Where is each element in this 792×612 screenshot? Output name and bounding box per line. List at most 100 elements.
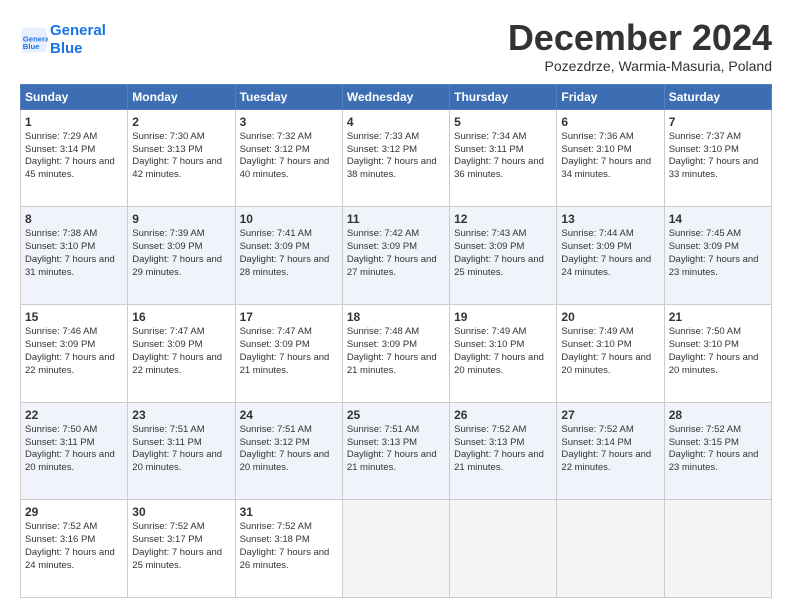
sunset-text: Sunset: 3:10 PM: [454, 339, 524, 350]
day-number: 10: [240, 211, 338, 227]
day-number: 12: [454, 211, 552, 227]
sunrise-text: Sunrise: 7:49 AM: [454, 326, 526, 337]
day-cell-17: 17Sunrise: 7:47 AMSunset: 3:09 PMDayligh…: [235, 304, 342, 402]
sunset-text: Sunset: 3:12 PM: [240, 144, 310, 155]
day-cell-13: 13Sunrise: 7:44 AM Sunset: 3:09 PM Dayligh…: [557, 207, 664, 305]
day-number: 16: [132, 309, 230, 325]
day-number: 4: [347, 114, 445, 130]
sunrise-text: Sunrise: 7:36 AM: [561, 131, 633, 142]
daylight-text: Daylight: 7 hours and 23 minutes.: [669, 449, 759, 473]
sunrise-text: Sunrise: 7:52 AM: [669, 424, 741, 435]
logo-text: General Blue: [50, 22, 106, 58]
day-number: 11: [347, 211, 445, 227]
sunrise-text: Sunrise: 7:52 AM: [240, 521, 312, 532]
day-number: 22: [25, 407, 123, 423]
sunrise-text: Sunrise: 7:50 AM: [25, 424, 97, 435]
sunset-text: Sunset: 3:13 PM: [454, 437, 524, 448]
empty-cell: [450, 500, 557, 598]
sunrise-text: Sunrise: 7:43 AM: [454, 228, 526, 239]
daylight-text: Daylight: 7 hours and 22 minutes.: [25, 352, 115, 376]
day-cell-25: 25Sunrise: 7:51 AMSunset: 3:13 PMDayligh…: [342, 402, 449, 500]
daylight-text: Daylight: 7 hours and 45 minutes.: [25, 156, 115, 180]
day-number: 13: [561, 211, 659, 227]
day-cell-28: 28Sunrise: 7:52 AMSunset: 3:15 PMDayligh…: [664, 402, 771, 500]
daylight-text: Daylight: 7 hours and 20 minutes.: [132, 449, 222, 473]
sunrise-text: Sunrise: 7:37 AM: [669, 131, 741, 142]
daylight-text: Daylight: 7 hours and 34 minutes.: [561, 156, 651, 180]
day-number: 27: [561, 407, 659, 423]
daylight-text: Daylight: 7 hours and 24 minutes.: [25, 547, 115, 571]
sunset-text: Sunset: 3:10 PM: [25, 241, 95, 252]
logo-icon: General Blue: [20, 26, 48, 54]
daylight-text: Daylight: 7 hours and 36 minutes.: [454, 156, 544, 180]
sunrise-text: Sunrise: 7:45 AM: [669, 228, 741, 239]
sunset-text: Sunset: 3:13 PM: [347, 437, 417, 448]
subtitle: Pozezdrze, Warmia-Masuria, Poland: [508, 58, 772, 74]
sunset-text: Sunset: 3:09 PM: [669, 241, 739, 252]
day-number: 19: [454, 309, 552, 325]
sunrise-text: Sunrise: 7:44 AM: [561, 228, 633, 239]
sunset-text: Sunset: 3:14 PM: [561, 437, 631, 448]
day-number: 14: [669, 211, 767, 227]
sunrise-text: Sunrise: 7:48 AM: [347, 326, 419, 337]
daylight-text: Daylight: 7 hours and 21 minutes.: [347, 449, 437, 473]
sunrise-text: Sunrise: 7:46 AM: [25, 326, 97, 337]
day-number: 7: [669, 114, 767, 130]
daylight-text: Daylight: 7 hours and 25 minutes.: [132, 547, 222, 571]
sunrise-text: Sunrise: 7:52 AM: [454, 424, 526, 435]
sunrise-text: Sunrise: 7:34 AM: [454, 131, 526, 142]
sunset-text: Sunset: 3:14 PM: [25, 144, 95, 155]
sunset-text: Sunset: 3:12 PM: [347, 144, 417, 155]
empty-cell: [664, 500, 771, 598]
daylight-text: Daylight: 7 hours and 24 minutes.: [561, 254, 651, 278]
day-cell-16: 16Sunrise: 7:47 AMSunset: 3:09 PMDayligh…: [128, 304, 235, 402]
daylight-text: Daylight: 7 hours and 31 minutes.: [25, 254, 115, 278]
sunset-text: Sunset: 3:09 PM: [25, 339, 95, 350]
day-number: 29: [25, 504, 123, 520]
sunset-text: Sunset: 3:09 PM: [454, 241, 524, 252]
sunset-text: Sunset: 3:09 PM: [561, 241, 631, 252]
day-cell-1: 1Sunrise: 7:29 AMSunset: 3:14 PMDaylight…: [21, 109, 128, 207]
sunrise-text: Sunrise: 7:38 AM: [25, 228, 97, 239]
day-cell-6: 6Sunrise: 7:36 AMSunset: 3:10 PMDaylight…: [557, 109, 664, 207]
sunset-text: Sunset: 3:10 PM: [669, 339, 739, 350]
day-number: 2: [132, 114, 230, 130]
daylight-text: Daylight: 7 hours and 25 minutes.: [454, 254, 544, 278]
day-number: 3: [240, 114, 338, 130]
day-number: 28: [669, 407, 767, 423]
daylight-text: Daylight: 7 hours and 22 minutes.: [561, 449, 651, 473]
daylight-text: Daylight: 7 hours and 23 minutes.: [669, 254, 759, 278]
sunrise-text: Sunrise: 7:52 AM: [25, 521, 97, 532]
day-cell-12: 12Sunrise: 7:43 AM Sunset: 3:09 PM Dayligh…: [450, 207, 557, 305]
logo-blue: Blue: [50, 40, 83, 57]
day-number: 24: [240, 407, 338, 423]
day-cell-31: 31Sunrise: 7:52 AMSunset: 3:18 PMDayligh…: [235, 500, 342, 598]
day-cell-9: 9Sunrise: 7:39 AMSunset: 3:09 PMDaylight…: [128, 207, 235, 305]
sunset-text: Sunset: 3:11 PM: [25, 437, 95, 448]
col-header-tuesday: Tuesday: [235, 84, 342, 109]
col-header-sunday: Sunday: [21, 84, 128, 109]
day-cell-10: 10Sunrise: 7:41 AMSunset: 3:09 PMDayligh…: [235, 207, 342, 305]
daylight-text: Daylight: 7 hours and 20 minutes.: [561, 352, 651, 376]
day-cell-15: 15Sunrise: 7:46 AMSunset: 3:09 PMDayligh…: [21, 304, 128, 402]
svg-text:Blue: Blue: [23, 42, 40, 51]
sunset-text: Sunset: 3:18 PM: [240, 534, 310, 545]
day-number: 30: [132, 504, 230, 520]
day-number: 1: [25, 114, 123, 130]
sunrise-text: Sunrise: 7:33 AM: [347, 131, 419, 142]
sunset-text: Sunset: 3:10 PM: [561, 144, 631, 155]
daylight-text: Daylight: 7 hours and 29 minutes.: [132, 254, 222, 278]
day-number: 9: [132, 211, 230, 227]
col-header-monday: Monday: [128, 84, 235, 109]
day-cell-5: 5Sunrise: 7:34 AMSunset: 3:11 PMDaylight…: [450, 109, 557, 207]
daylight-text: Daylight: 7 hours and 20 minutes.: [669, 352, 759, 376]
sunset-text: Sunset: 3:09 PM: [240, 241, 310, 252]
day-cell-14: 14Sunrise: 7:45 AM Sunset: 3:09 PM Dayligh…: [664, 207, 771, 305]
logo: General Blue General Blue: [20, 22, 106, 58]
empty-cell: [557, 500, 664, 598]
day-cell-30: 30Sunrise: 7:52 AMSunset: 3:17 PMDayligh…: [128, 500, 235, 598]
sunrise-text: Sunrise: 7:52 AM: [132, 521, 204, 532]
sunrise-text: Sunrise: 7:51 AM: [132, 424, 204, 435]
sunrise-text: Sunrise: 7:50 AM: [669, 326, 741, 337]
daylight-text: Daylight: 7 hours and 21 minutes.: [240, 352, 330, 376]
